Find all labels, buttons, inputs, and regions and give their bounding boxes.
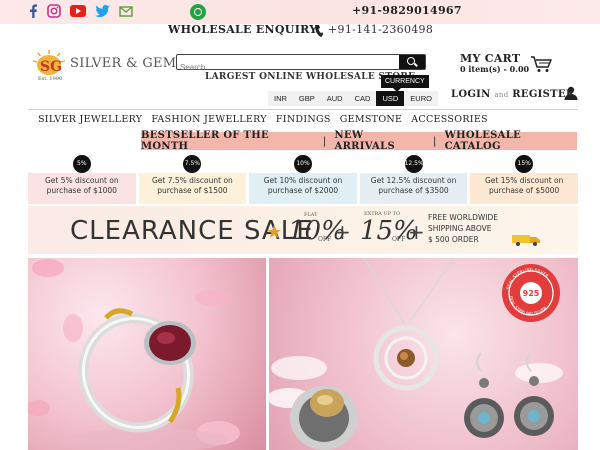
discount-threshold: purchase of $1500 [157, 186, 228, 195]
discount-threshold: purchase of $2000 [267, 186, 339, 195]
header-divider [28, 109, 578, 110]
free-shipping-text: FREE WORLDWIDE SHIPPING ABOVE $ 500 ORDE… [428, 212, 498, 245]
nav-item-silver-jewellery[interactable]: SILVER JEWELLERY [38, 114, 142, 125]
search-box [176, 54, 426, 75]
discount-card[interactable]: 5% Get 5% discount on purchase of $1000 [28, 155, 136, 204]
bestseller-link[interactable]: BESTSELLER OF THE MONTH [141, 130, 315, 152]
discount-card[interactable]: 12.5% Get 12.5% discount on purchase of … [359, 155, 468, 204]
account-links: LOGIN and REGISTER [451, 89, 574, 100]
nav-item-fashion-jewellery[interactable]: FASHION JEWELLERY [151, 114, 267, 125]
nav-item-accessories[interactable]: ACCESSORIES [411, 114, 488, 125]
star-icon: ★ [266, 222, 283, 243]
currency-option[interactable]: INR [268, 91, 293, 106]
discount-card-body: Get 10% discount on purchase of $2000 [249, 173, 357, 204]
sterling-silver-badge: 925 REAL STERLING SILVER REAL STERLING S… [502, 264, 560, 322]
and-separator: and [494, 91, 509, 99]
plus-sign: + [408, 220, 425, 244]
currency-option[interactable]: GBP [293, 91, 321, 106]
discount-badge: 15% [515, 155, 534, 173]
currency-option-selected[interactable]: USD [376, 91, 405, 106]
discount-badge: 5% [72, 155, 91, 173]
flat-off-label: OFF [318, 236, 332, 243]
logo-sun-icon: SG [32, 50, 66, 76]
nav-item-gemstone[interactable]: GEMSTONE [340, 114, 403, 125]
search-button[interactable] [399, 55, 425, 69]
phone-icon [315, 25, 323, 37]
login-link[interactable]: LOGIN [451, 89, 491, 100]
discount-card-body: Get 12.5% discount on purchase of $3500 [359, 173, 468, 204]
jewellery-illustration: 925 REAL STERLING SILVER REAL STERLING S… [269, 258, 563, 450]
discount-badge: 12.5% [404, 155, 424, 173]
logo-established: Est. 1990 [38, 76, 63, 82]
main-nav: SILVER JEWELLERY FASHION JEWELLERY FINDI… [38, 114, 497, 125]
hero-jewellery-image[interactable]: 925 REAL STERLING SILVER REAL STERLING S… [269, 258, 578, 450]
currency-option[interactable]: CAD [349, 91, 377, 106]
discount-badge: 10% [293, 155, 312, 173]
wholesale-phone-number[interactable]: +91-141-2360498 [328, 23, 433, 36]
discount-text: Get 10% discount on [263, 176, 343, 185]
cart-icon[interactable] [530, 55, 552, 73]
site-logo[interactable]: SG SILVER & GEM [32, 50, 176, 76]
discount-card-body: Get 7.5% discount on purchase of $1500 [138, 173, 247, 204]
discount-text: Get 7.5% discount on [151, 176, 233, 185]
nav-item-findings[interactable]: FINDINGS [276, 114, 331, 125]
top-bar: +91-9829014967 [0, 0, 600, 24]
discount-card[interactable]: 10% Get 10% discount on purchase of $200… [249, 155, 357, 204]
discount-text: Get 12.5% discount on [370, 176, 457, 185]
currency-option[interactable]: AUD [321, 91, 349, 106]
facebook-icon[interactable] [28, 4, 38, 18]
discount-card[interactable]: 7.5% Get 7.5% discount on purchase of $1… [138, 155, 247, 204]
logo-text: SILVER & GEM [70, 55, 177, 71]
ring-illustration [28, 259, 240, 450]
social-links [28, 4, 133, 18]
discount-cards: 5% Get 5% discount on purchase of $1000 … [28, 155, 578, 204]
svg-text:SG: SG [40, 59, 62, 75]
shipping-line: $ 500 ORDER [428, 235, 479, 244]
shipping-line: FREE WORLDWIDE [428, 213, 499, 222]
currency-selector: INR GBP AUD CAD USD EURO [268, 91, 438, 106]
promo-separator: | [432, 135, 437, 147]
discount-threshold: purchase of $3500 [378, 186, 449, 195]
discount-text: Get 15% discount on [484, 176, 564, 185]
whatsapp-icon[interactable] [190, 4, 206, 20]
cart-summary[interactable]: 0 item(s) - 0.00 [460, 64, 529, 74]
wholesale-catalog-link[interactable]: WHOLESALE CATALOG [445, 130, 577, 152]
extra-off-label: OFF [392, 236, 406, 243]
plus-sign: + [334, 220, 351, 244]
discount-threshold: purchase of $5000 [489, 186, 560, 195]
shipping-line: SHIPPING ABOVE [428, 224, 492, 233]
twitter-icon[interactable] [95, 5, 110, 17]
wholesale-enquiry-label[interactable]: WHOLESALE ENQUIRY [168, 23, 317, 36]
svg-text:925: 925 [523, 289, 540, 298]
instagram-icon[interactable] [47, 4, 61, 18]
currency-tooltip: CURRENCY [381, 75, 429, 92]
user-icon[interactable] [564, 86, 578, 100]
truck-icon [512, 235, 540, 246]
discount-card[interactable]: 15% Get 15% discount on purchase of $500… [470, 155, 578, 204]
hero-ring-image[interactable] [28, 258, 266, 450]
promo-links-bar: BESTSELLER OF THE MONTH | NEW ARRIVALS |… [141, 130, 577, 152]
promo-separator: | [322, 135, 327, 147]
discount-text: Get 5% discount on [44, 176, 119, 185]
clearance-sale-banner[interactable]: CLEARANCE SALE ★ FLAT 10% OFF + EXTRA UP… [28, 206, 578, 254]
discount-card-body: Get 5% discount on purchase of $1000 [28, 173, 136, 204]
new-arrivals-link[interactable]: NEW ARRIVALS [335, 130, 425, 152]
discount-threshold: purchase of $1000 [46, 186, 117, 195]
discount-badge: 7.5% [183, 155, 202, 173]
top-phone-number[interactable]: +91-9829014967 [352, 4, 462, 17]
discount-card-body: Get 15% discount on purchase of $5000 [470, 173, 578, 204]
email-icon[interactable] [119, 5, 133, 17]
youtube-icon[interactable] [70, 5, 86, 17]
currency-option[interactable]: EURO [404, 91, 438, 106]
